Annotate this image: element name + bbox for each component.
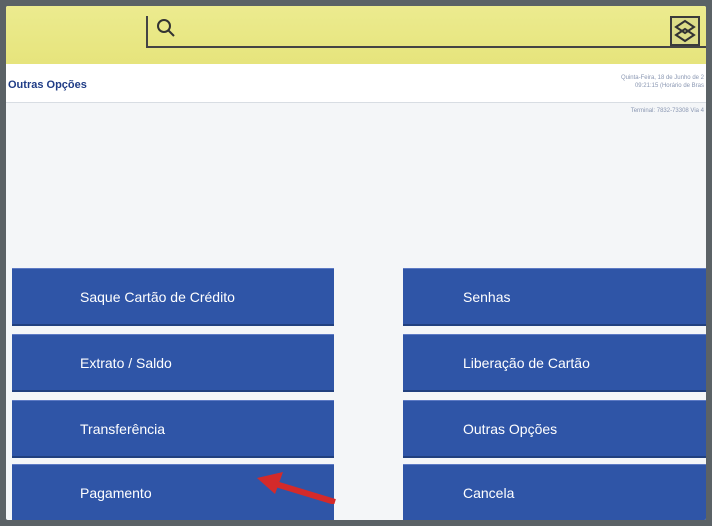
datetime-time: 09:21:15 (Horário de Bras xyxy=(634,83,704,89)
button-label: Transferência xyxy=(80,420,166,437)
search-field[interactable] xyxy=(146,16,706,48)
saque-cartao-credito-button[interactable]: Saque Cartão de Crédito xyxy=(12,268,334,326)
top-bar xyxy=(6,6,706,64)
bank-logo-icon xyxy=(670,16,700,46)
senhas-button[interactable]: Senhas xyxy=(403,268,706,326)
button-label: Senhas xyxy=(463,288,511,305)
header-bar: Outras Opções Quinta-Feira, 18 de Junho … xyxy=(6,64,706,103)
button-label: Outras Opções xyxy=(463,420,558,437)
transferencia-button[interactable]: Transferência xyxy=(12,400,334,458)
outras-opcoes-button[interactable]: Outras Opções xyxy=(403,400,706,458)
datetime: Quinta-Feira, 18 de Junho de 2 09:21:15 … xyxy=(621,74,704,90)
button-label: Cancela xyxy=(463,484,515,501)
red-arrow-icon xyxy=(257,472,336,504)
button-label: Pagamento xyxy=(80,484,152,501)
liberacao-cartao-button[interactable]: Liberação de Cartão xyxy=(403,334,706,392)
extrato-saldo-button[interactable]: Extrato / Saldo xyxy=(12,334,334,392)
datetime-date: Quinta-Feira, 18 de Junho de 2 xyxy=(620,75,704,81)
button-label: Extrato / Saldo xyxy=(80,354,172,371)
search-icon[interactable] xyxy=(156,18,176,38)
page-title: Outras Opções xyxy=(8,79,87,91)
terminal-id: Terminal: 7832-73308 Via 4 xyxy=(630,108,704,114)
button-label: Saque Cartão de Crédito xyxy=(80,288,235,305)
atm-screen: Outras Opções Quinta-Feira, 18 de Junho … xyxy=(6,6,706,520)
cancela-button[interactable]: Cancela xyxy=(403,464,706,520)
button-label: Liberação de Cartão xyxy=(463,354,590,371)
